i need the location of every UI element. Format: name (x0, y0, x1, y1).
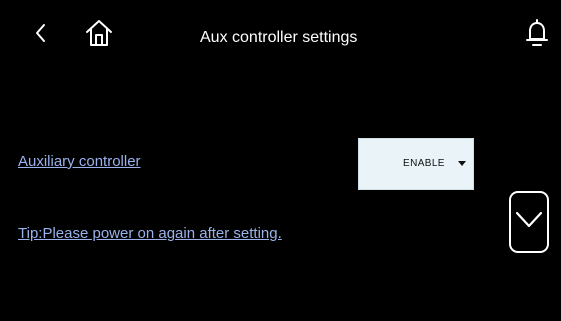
back-button[interactable] (30, 20, 54, 46)
home-icon (86, 20, 112, 46)
auxiliary-controller-value: ENABLE (403, 158, 445, 169)
chevron-down-icon (515, 211, 543, 228)
auxiliary-controller-select[interactable]: ENABLE (358, 138, 474, 190)
chevron-left-icon (36, 24, 45, 42)
notifications-button[interactable] (522, 18, 552, 50)
auxiliary-controller-label[interactable]: Auxiliary controller (18, 153, 141, 170)
aux-controller-settings-screen: Aux controller settings Auxiliary contro… (0, 0, 561, 321)
scroll-down-button[interactable] (509, 191, 549, 253)
home-button[interactable] (84, 18, 114, 48)
power-cycle-tip: Tip:Please power on again after setting. (18, 225, 282, 242)
caret-down-icon (458, 161, 466, 166)
bell-icon (526, 19, 548, 46)
page-title: Aux controller settings (200, 29, 358, 46)
